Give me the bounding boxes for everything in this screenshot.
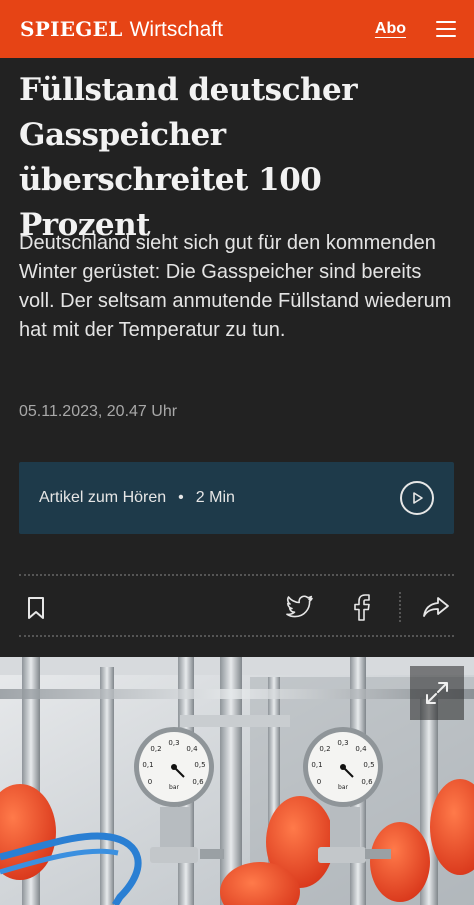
abo-link[interactable]: Abo (375, 20, 406, 38)
gauge-2-tick-6: 0,6 (361, 778, 373, 786)
play-circle-icon[interactable] (400, 481, 434, 515)
share-bar (19, 584, 454, 630)
facebook-icon[interactable] (349, 590, 375, 624)
gauge-2-tick-3: 0,3 (337, 739, 348, 747)
article-date: 05.11.2023, 20.47 Uhr (19, 403, 178, 420)
gauge-2-tick-0: 0 (317, 778, 321, 786)
gauge-2-tick-1: 0,1 (311, 761, 322, 769)
article-headline: Füllstand deutscher Gasspeicher überschr… (19, 72, 358, 243)
gauge-2-tick-2: 0,2 (319, 745, 330, 753)
gauge-1-tick-0: 0 (148, 778, 152, 786)
expand-icon[interactable] (410, 666, 464, 720)
gauge-1-tick-3: 0,3 (168, 739, 179, 747)
article-image[interactable]: 0,3 0,2 0,4 0,1 0,5 0 0,6 bar 0,3 0,2 0,… (0, 657, 474, 905)
twitter-icon[interactable] (285, 592, 315, 622)
gauge-1-tick-6: 0,6 (192, 778, 204, 786)
share-divider (399, 592, 401, 622)
spiegel-logo[interactable]: SPIEGEL (20, 17, 123, 41)
gauge-2-tick-5: 0,5 (363, 761, 374, 769)
gauge-2-unit: bar (338, 784, 348, 791)
audio-label: Artikel zum Hören (39, 489, 167, 506)
divider-top (19, 574, 454, 576)
gauge-1-unit: bar (169, 784, 179, 791)
gauge-1-tick-2: 0,2 (150, 745, 161, 753)
gauge-1-tick-1: 0,1 (142, 761, 153, 769)
article-lead: Deutschland sieht sich gut für den komme… (19, 232, 452, 341)
listen-article-button[interactable]: Artikel zum Hören • 2 Min (19, 462, 454, 534)
audio-separator: • (178, 489, 184, 506)
section-title[interactable]: Wirtschaft (130, 18, 223, 42)
gauge-1-tick-4: 0,4 (186, 745, 198, 753)
top-navigation-bar: SPIEGEL Wirtschaft Abo (0, 0, 474, 58)
gauge-2-tick-4: 0,4 (355, 745, 367, 753)
share-arrow-icon[interactable] (421, 592, 451, 622)
gauge-1-tick-5: 0,5 (194, 761, 205, 769)
divider-bottom (19, 635, 454, 637)
bookmark-icon[interactable] (25, 594, 47, 622)
hamburger-menu-icon[interactable] (436, 21, 456, 37)
audio-duration: 2 Min (195, 489, 235, 506)
